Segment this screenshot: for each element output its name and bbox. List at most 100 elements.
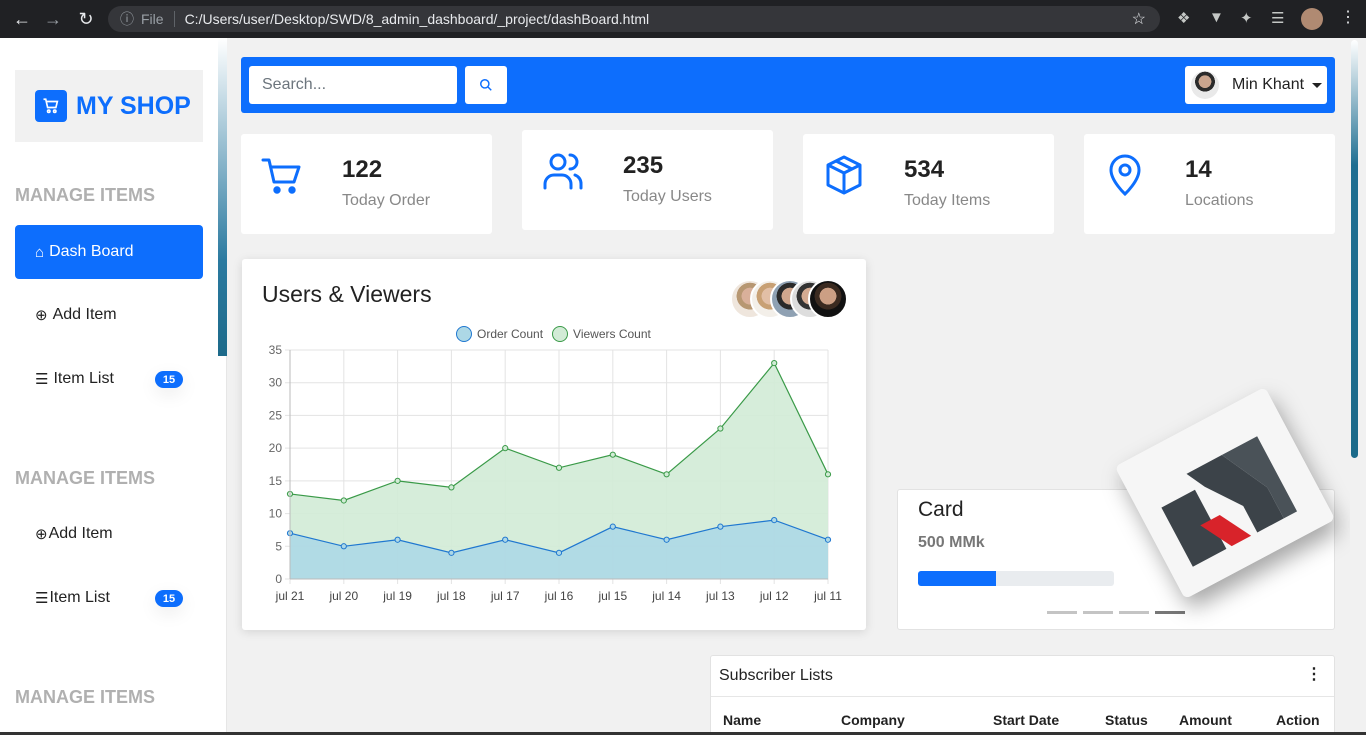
- count-badge: 15: [155, 590, 183, 607]
- sidebar-item-dashboard[interactable]: ⌂ Dash Board: [15, 225, 203, 279]
- search-icon: [480, 79, 492, 91]
- caret-down-icon: [1312, 82, 1323, 88]
- forward-arrow-icon[interactable]: →: [38, 4, 68, 34]
- data-point: [771, 517, 778, 524]
- protocol-label: File: [141, 11, 164, 27]
- more-vertical-icon[interactable]: ⋮: [1306, 664, 1322, 684]
- carousel-dot[interactable]: [1155, 611, 1185, 614]
- extension-v-icon[interactable]: ▼: [1209, 9, 1224, 26]
- extension-leaf-icon[interactable]: ❖: [1177, 9, 1190, 27]
- progress-fill: [918, 571, 997, 586]
- carousel-indicators: [1047, 611, 1191, 614]
- y-tick-label: 10: [269, 507, 283, 521]
- address-bar[interactable]: ⓘ File C:/Users/user/Desktop/SWD/8_admin…: [108, 6, 1160, 32]
- data-point: [609, 523, 616, 530]
- data-point: [555, 549, 563, 556]
- search-button[interactable]: [465, 66, 507, 104]
- x-tick-label: jul 21: [275, 589, 305, 603]
- user-dropdown[interactable]: Min Khant: [1185, 66, 1327, 104]
- profile-avatar[interactable]: [1301, 8, 1323, 30]
- address-divider: [173, 11, 175, 27]
- data-point: [824, 471, 832, 478]
- stat-value: 235: [623, 152, 664, 179]
- data-point: [663, 471, 670, 478]
- media-control-icon[interactable]: ☰: [1271, 9, 1284, 27]
- reload-icon[interactable]: ↻: [71, 4, 101, 34]
- carousel-dot[interactable]: [1047, 611, 1077, 614]
- data-point: [448, 549, 455, 556]
- x-tick-label: jul 17: [490, 589, 520, 603]
- stat-value: 122: [342, 156, 383, 183]
- carousel-dot[interactable]: [1083, 611, 1113, 614]
- browser-menu-icon[interactable]: ⋮: [1340, 7, 1356, 27]
- back-arrow-icon[interactable]: ←: [7, 4, 37, 34]
- list-icon: ☰: [35, 590, 49, 607]
- column-header[interactable]: Amount: [1179, 712, 1232, 728]
- column-header[interactable]: Start Date: [993, 712, 1059, 728]
- column-header[interactable]: Status: [1105, 712, 1148, 728]
- location-pin-icon: [1109, 154, 1141, 196]
- sidebar: MY SHOP MANAGE ITEMS ⌂ Dash Board ⊕ Add …: [0, 38, 227, 735]
- data-point: [394, 536, 401, 543]
- data-point: [340, 497, 347, 504]
- home-icon: ⌂: [35, 243, 45, 261]
- sidebar-item-label: Item List: [49, 589, 110, 606]
- user-name: Min Khant: [1232, 76, 1305, 93]
- info-icon[interactable]: ⓘ: [120, 9, 134, 29]
- sidebar-item-add-item[interactable]: ⊕ Add Item: [15, 507, 203, 561]
- x-tick-label: jul 18: [436, 589, 466, 603]
- sidebar-item-label: Add Item: [52, 306, 117, 323]
- data-point: [448, 484, 455, 491]
- subscriber-title: Subscriber Lists: [719, 667, 833, 684]
- card-title: Card: [918, 498, 964, 521]
- x-tick-label: jul 13: [705, 589, 735, 603]
- stat-label: Today Order: [342, 192, 431, 209]
- x-tick-label: jul 16: [544, 589, 574, 603]
- column-header[interactable]: Action: [1276, 712, 1320, 728]
- sidebar-item-item-list[interactable]: ☰ Item List 15: [15, 352, 203, 406]
- brand-logo[interactable]: MY SHOP: [15, 70, 203, 142]
- y-tick-label: 30: [269, 376, 283, 390]
- chart-card: Users & Viewers Order Count Viewers Coun…: [242, 259, 866, 630]
- x-tick-label: jul 19: [382, 589, 412, 603]
- shop-cart-icon: [35, 90, 67, 122]
- page-scrollbar-thumb[interactable]: [1351, 40, 1358, 458]
- column-header[interactable]: Name: [723, 712, 761, 728]
- y-tick-label: 0: [275, 572, 282, 586]
- y-tick-label: 15: [269, 474, 283, 488]
- box-icon: [826, 155, 862, 195]
- y-tick-label: 25: [269, 408, 283, 422]
- stat-value: 534: [904, 156, 945, 183]
- sidebar-item-label: Add Item: [48, 525, 113, 542]
- sidebar-scrollbar[interactable]: [218, 38, 227, 356]
- y-tick-label: 5: [275, 539, 282, 553]
- cart-icon: [261, 158, 301, 194]
- x-tick-label: jul 15: [597, 589, 627, 603]
- x-tick-label: jul 14: [651, 589, 681, 603]
- stat-value: 14: [1185, 156, 1212, 183]
- x-tick-label: jul 12: [759, 589, 789, 603]
- data-point: [340, 543, 347, 550]
- url-text[interactable]: C:/Users/user/Desktop/SWD/8_admin_dashbo…: [185, 11, 650, 27]
- extensions-puzzle-icon[interactable]: ✦: [1240, 9, 1253, 27]
- carousel-dot[interactable]: [1119, 611, 1149, 614]
- stat-label: Today Users: [623, 188, 712, 205]
- sidebar-item-item-list[interactable]: ☰ Item List 15: [15, 571, 203, 625]
- area-chart: 0 5 10 15 20 25 30 35 jul 21 jul 20 jul 19 jul 18 ju…: [269, 343, 843, 603]
- sidebar-item-add-item[interactable]: ⊕ Add Item: [15, 288, 203, 342]
- data-point: [717, 523, 724, 530]
- x-tick-label: jul 11: [813, 589, 842, 603]
- users-icon: [543, 153, 583, 190]
- stat-card-locations: 14 Locations: [1084, 134, 1335, 234]
- y-tick-label: 20: [269, 441, 283, 455]
- section-title: MANAGE ITEMS: [15, 185, 156, 205]
- plus-circle-icon: ⊕: [35, 526, 48, 543]
- sidebar-item-label: Dash Board: [49, 243, 134, 260]
- stat-label: Locations: [1185, 192, 1254, 209]
- bookmark-star-icon[interactable]: ☆: [1132, 9, 1146, 29]
- column-header[interactable]: Company: [841, 712, 905, 728]
- search-input[interactable]: [249, 66, 457, 104]
- section-title: MANAGE ITEMS: [15, 687, 156, 707]
- data-point: [824, 536, 832, 543]
- brand-name: MY SHOP: [76, 91, 191, 120]
